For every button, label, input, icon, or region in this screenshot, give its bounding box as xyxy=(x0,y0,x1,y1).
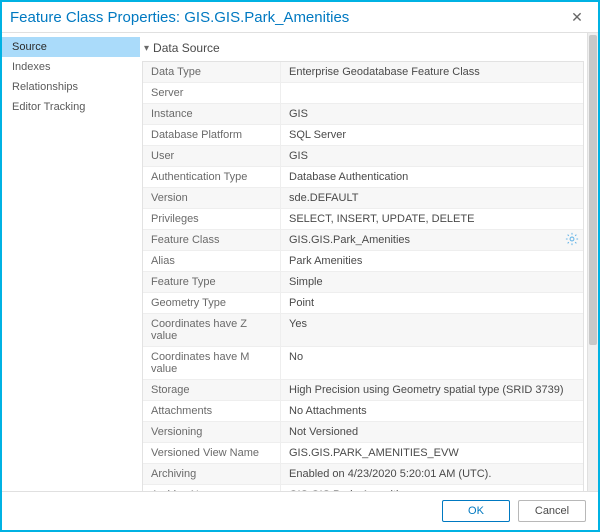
chevron-down-icon: ▾ xyxy=(144,43,149,54)
property-name: Attachments xyxy=(143,401,281,421)
section-title: Data Source xyxy=(153,41,220,55)
property-value: GIS.GIS.PARK_AMENITIES_EVW xyxy=(281,443,583,463)
table-row: AliasPark Amenities xyxy=(143,251,583,272)
sidebar: Source Indexes Relationships Editor Trac… xyxy=(2,33,140,491)
ok-button[interactable]: OK xyxy=(442,500,510,522)
property-name: Data Type xyxy=(143,62,281,82)
property-name: Versioning xyxy=(143,422,281,442)
gear-icon[interactable] xyxy=(565,232,579,246)
property-value: Not Versioned xyxy=(281,422,583,442)
sidebar-item-source[interactable]: Source xyxy=(2,37,140,57)
property-name: Geometry Type xyxy=(143,293,281,313)
main-panel: ▾ Data Source Data TypeEnterprise Geodat… xyxy=(140,33,598,491)
property-value: Enabled on 4/23/2020 5:20:01 AM (UTC). xyxy=(281,464,583,484)
table-row: UserGIS xyxy=(143,146,583,167)
close-icon[interactable]: ✕ xyxy=(564,9,590,26)
sidebar-item-label: Relationships xyxy=(12,81,78,93)
property-value: sde.DEFAULT xyxy=(281,188,583,208)
table-row: VersioningNot Versioned xyxy=(143,422,583,443)
vertical-scrollbar[interactable] xyxy=(587,33,598,491)
table-row: Geometry TypePoint xyxy=(143,293,583,314)
property-value: High Precision using Geometry spatial ty… xyxy=(281,380,583,400)
property-name: Server xyxy=(143,83,281,103)
property-name: Authentication Type xyxy=(143,167,281,187)
dialog-body: Source Indexes Relationships Editor Trac… xyxy=(2,33,598,491)
property-name: Archiving xyxy=(143,464,281,484)
property-value: Simple xyxy=(281,272,583,292)
table-row: Feature TypeSimple xyxy=(143,272,583,293)
table-row: Data TypeEnterprise Geodatabase Feature … xyxy=(143,62,583,83)
sidebar-item-label: Indexes xyxy=(12,61,51,73)
table-row: ArchivingEnabled on 4/23/2020 5:20:01 AM… xyxy=(143,464,583,485)
property-value: GIS xyxy=(281,146,583,166)
sidebar-item-relationships[interactable]: Relationships xyxy=(2,77,140,97)
property-value: GIS.GIS.Park_Amenities xyxy=(281,485,583,491)
cancel-button[interactable]: Cancel xyxy=(518,500,586,522)
sidebar-item-label: Source xyxy=(12,41,47,53)
property-value: No Attachments xyxy=(281,401,583,421)
property-value: Point xyxy=(281,293,583,313)
property-name: Archive Name xyxy=(143,485,281,491)
table-row: Versionsde.DEFAULT xyxy=(143,188,583,209)
property-value xyxy=(281,83,583,103)
table-row: Coordinates have M valueNo xyxy=(143,347,583,380)
table-row: PrivilegesSELECT, INSERT, UPDATE, DELETE xyxy=(143,209,583,230)
property-value: SQL Server xyxy=(281,125,583,145)
scrollbar-thumb[interactable] xyxy=(589,35,597,345)
titlebar: Feature Class Properties: GIS.GIS.Park_A… xyxy=(2,2,598,33)
property-name: Feature Type xyxy=(143,272,281,292)
table-row: Database PlatformSQL Server xyxy=(143,125,583,146)
property-value: GIS.GIS.Park_Amenities xyxy=(281,230,583,250)
property-value: GIS xyxy=(281,104,583,124)
property-name: Versioned View Name xyxy=(143,443,281,463)
table-row: Server xyxy=(143,83,583,104)
table-row: StorageHigh Precision using Geometry spa… xyxy=(143,380,583,401)
table-row: AttachmentsNo Attachments xyxy=(143,401,583,422)
property-value: Yes xyxy=(281,314,583,346)
table-row: Versioned View NameGIS.GIS.PARK_AMENITIE… xyxy=(143,443,583,464)
table-row: Coordinates have Z valueYes xyxy=(143,314,583,347)
property-name: Coordinates have M value xyxy=(143,347,281,379)
property-name: Privileges xyxy=(143,209,281,229)
section-header-data-source[interactable]: ▾ Data Source xyxy=(142,39,584,61)
sidebar-item-editor-tracking[interactable]: Editor Tracking xyxy=(2,97,140,117)
table-row: Feature ClassGIS.GIS.Park_Amenities xyxy=(143,230,583,251)
property-name: Storage xyxy=(143,380,281,400)
property-name: Coordinates have Z value xyxy=(143,314,281,346)
sidebar-item-indexes[interactable]: Indexes xyxy=(2,57,140,77)
property-name: Instance xyxy=(143,104,281,124)
table-row: Archive NameGIS.GIS.Park_Amenities xyxy=(143,485,583,491)
table-row: InstanceGIS xyxy=(143,104,583,125)
dialog-title: Feature Class Properties: GIS.GIS.Park_A… xyxy=(10,9,564,26)
property-value: Enterprise Geodatabase Feature Class xyxy=(281,62,583,82)
property-name: User xyxy=(143,146,281,166)
feature-class-properties-dialog: Feature Class Properties: GIS.GIS.Park_A… xyxy=(0,0,600,532)
sidebar-item-label: Editor Tracking xyxy=(12,101,85,113)
table-row: Authentication TypeDatabase Authenticati… xyxy=(143,167,583,188)
property-value: SELECT, INSERT, UPDATE, DELETE xyxy=(281,209,583,229)
property-name: Version xyxy=(143,188,281,208)
property-value: Park Amenities xyxy=(281,251,583,271)
property-name: Feature Class xyxy=(143,230,281,250)
property-value: Database Authentication xyxy=(281,167,583,187)
property-name: Database Platform xyxy=(143,125,281,145)
dialog-footer: OK Cancel xyxy=(2,491,598,530)
data-source-grid: Data TypeEnterprise Geodatabase Feature … xyxy=(142,61,584,491)
property-name: Alias xyxy=(143,251,281,271)
property-value: No xyxy=(281,347,583,379)
